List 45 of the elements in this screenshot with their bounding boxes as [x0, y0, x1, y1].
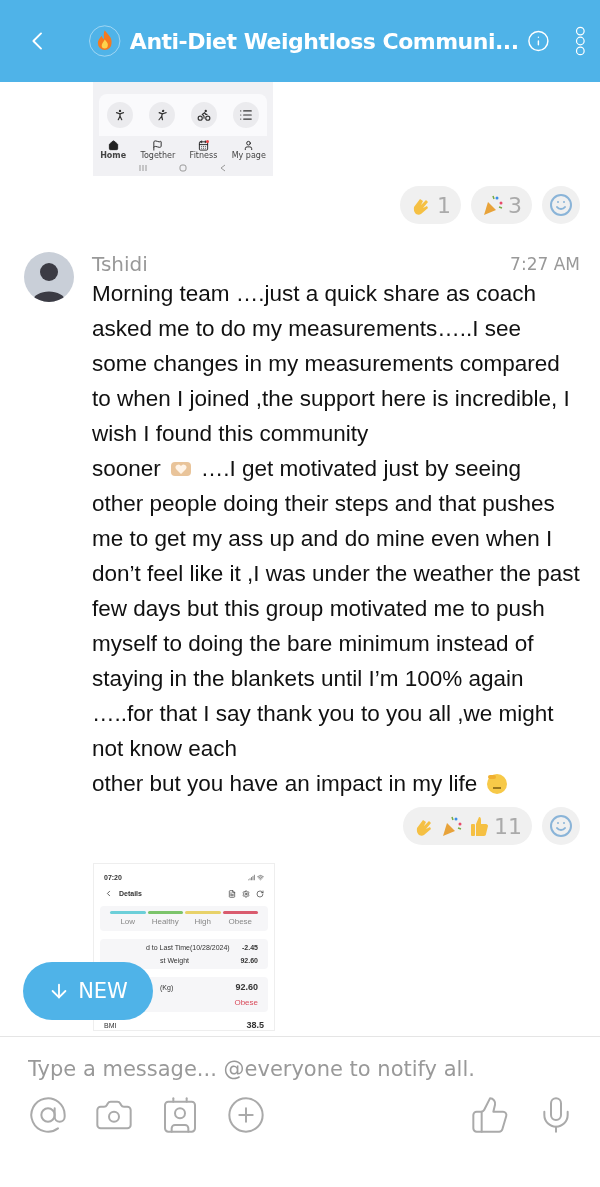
add-reaction-icon — [549, 814, 573, 838]
row-value: 38.5 — [246, 1020, 264, 1030]
message-text: ….I get motivated just by seeing — [200, 455, 521, 483]
add-icon[interactable] — [226, 1095, 266, 1135]
message-text: other but you have an impact in my life — [92, 770, 478, 798]
wifi-icon — [257, 874, 264, 881]
back-icon — [104, 889, 113, 898]
recents-icon — [139, 164, 147, 172]
nav-tab[interactable]: My page — [231, 140, 266, 160]
add-reaction-icon — [549, 193, 573, 217]
settings-icon — [242, 889, 250, 898]
row-value: 92.60 — [235, 982, 258, 992]
screenshot-image[interactable]: Home Together Fitness My page — [93, 82, 273, 176]
list-icon — [233, 102, 259, 128]
party-popper-icon — [440, 814, 464, 838]
scale-label: High — [194, 917, 211, 926]
nav-icon — [107, 140, 119, 151]
refresh-icon — [256, 889, 264, 898]
walking-figure-icon — [107, 102, 133, 128]
scale-label: Low — [120, 917, 136, 926]
message-time: 7:27 AM — [510, 254, 580, 274]
system-back-icon — [219, 164, 227, 172]
scale-label: Obese — [228, 917, 253, 926]
status-label: Obese — [234, 998, 258, 1007]
saluting-face-icon — [485, 771, 510, 796]
nav-tab[interactable]: Home — [100, 140, 127, 160]
nav-tab[interactable]: Fitness — [189, 140, 218, 160]
thumbs-up-icon[interactable] — [470, 1095, 510, 1135]
scale-label: Healthy — [151, 917, 179, 926]
user-avatar[interactable] — [24, 252, 74, 302]
nav-icon — [152, 140, 164, 151]
nav-tab[interactable]: Together — [140, 140, 176, 160]
author-name: Tshidi — [92, 252, 148, 276]
running-figure-icon — [149, 102, 175, 128]
bicycle-icon — [191, 102, 217, 128]
signal-icon — [248, 874, 255, 881]
add-reaction-button[interactable] — [542, 807, 580, 845]
add-reaction-button[interactable] — [542, 186, 580, 224]
nav-icon — [197, 140, 209, 151]
nav-icon — [243, 140, 255, 151]
chat-title: Anti-Diet Weightloss Communi... — [129, 28, 519, 54]
message-text: sooner — [92, 455, 161, 483]
party-popper-icon — [481, 193, 505, 217]
document-icon — [228, 889, 236, 898]
mention-icon[interactable] — [28, 1095, 68, 1135]
